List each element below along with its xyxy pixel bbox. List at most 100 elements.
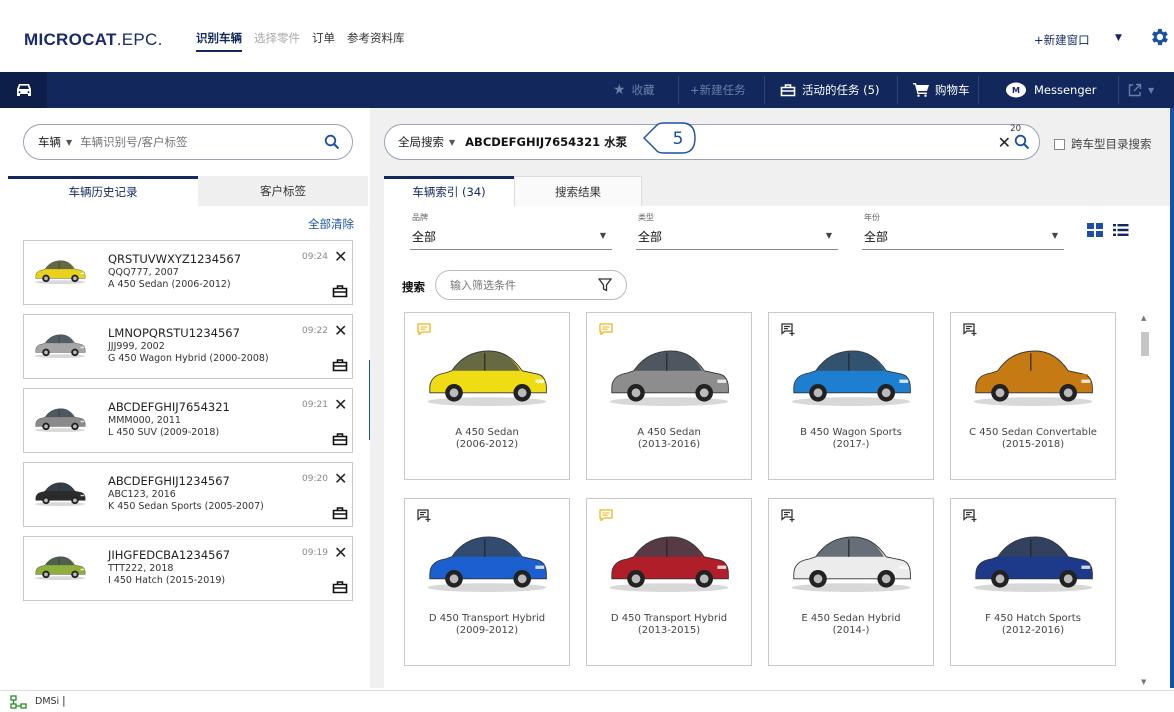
search-type-select[interactable]: 车辆 — [38, 134, 61, 150]
vehicle-card[interactable]: B 450 Wagon Sports (2017-) — [768, 312, 934, 480]
star-icon: ★ — [613, 82, 626, 98]
model-name: A 450 Sedan (2006-2012) — [108, 279, 231, 290]
note-icon[interactable] — [417, 323, 431, 335]
chevron-down-icon: ▼ — [825, 231, 832, 240]
vehicle-card[interactable]: A 450 Sedan (2006-2012) — [404, 312, 570, 480]
plate-year: QQQ777, 2007 — [108, 267, 179, 278]
cross-catalog-checkbox[interactable]: 跨车型目录搜索 — [1054, 136, 1152, 152]
vehicle-tab[interactable] — [0, 72, 47, 108]
briefcase-icon — [780, 84, 796, 97]
timestamp: 09:20 — [302, 474, 328, 484]
add-note-icon[interactable] — [417, 509, 431, 522]
search-scope-select[interactable]: 全局搜索 — [398, 134, 444, 150]
vehicle-years: (2015-2018) — [1001, 439, 1065, 450]
svg-text:M: M — [1012, 86, 1020, 95]
vehicle-card[interactable]: D 450 Transport Hybrid (2009-2012) — [404, 498, 570, 666]
tab-search-results[interactable]: 搜索结果 — [514, 176, 642, 206]
left-tabs: 车辆历史记录 客户标签 — [8, 176, 368, 206]
nav-identify-vehicle[interactable]: 识别车辆 — [196, 30, 242, 52]
main-nav: 识别车辆 选择零件 订单 参考资料库 — [196, 30, 405, 52]
add-note-icon[interactable] — [963, 323, 977, 336]
divider — [1118, 76, 1119, 104]
close-icon[interactable]: ✕ — [334, 469, 347, 488]
vehicle-name: A 450 Sedan — [455, 427, 519, 438]
chevron-down-icon[interactable]: ▼ — [1115, 33, 1122, 43]
year-filter[interactable]: 年份 全部 ▼ — [862, 212, 1064, 250]
right-edge-handle[interactable] — [1170, 108, 1174, 688]
history-card[interactable]: ABCDEFGHIJ7654321 MMM000, 2011 L 450 SUV (… — [23, 388, 353, 453]
close-icon[interactable]: ✕ — [334, 543, 347, 562]
history-card[interactable]: JIHGFEDCBA1234567 TTT222, 2018 I 450 Hatch… — [23, 536, 353, 601]
grid-view-icon[interactable] — [1086, 222, 1104, 238]
briefcase-icon[interactable] — [332, 358, 348, 372]
vehicle-thumbnail — [32, 327, 88, 361]
chevron-down-icon: ▼ — [1051, 231, 1058, 240]
new-window-button[interactable]: +新建窗口 — [1034, 32, 1090, 48]
briefcase-icon[interactable] — [332, 580, 348, 594]
vehicle-years: (2013-2015) — [637, 625, 701, 636]
close-icon[interactable]: ✕ — [334, 321, 347, 340]
vehicle-name: B 450 Wagon Sports — [800, 427, 902, 438]
chevron-down-icon[interactable]: ▼ — [449, 138, 455, 147]
close-icon[interactable]: ✕ — [334, 247, 347, 266]
brand-filter[interactable]: 品牌 全部 ▼ — [410, 212, 612, 250]
new-task-button[interactable]: +新建任务 — [690, 72, 746, 108]
plate-year: ABC123, 2016 — [108, 489, 176, 500]
tab-customer-tags[interactable]: 客户标签 — [198, 176, 368, 206]
note-icon[interactable] — [599, 509, 613, 521]
filter-icon[interactable] — [598, 277, 612, 293]
clear-all-link[interactable]: 全部清除 — [308, 216, 354, 232]
briefcase-icon[interactable] — [332, 432, 348, 446]
history-card[interactable]: ABCDEFGHIJ1234567 ABC123, 2016 K 450 Sedan… — [23, 462, 353, 527]
timestamp: 09:19 — [302, 548, 328, 558]
clear-search-icon[interactable]: ✕ — [998, 133, 1011, 152]
nav-orders[interactable]: 订单 — [312, 30, 335, 52]
briefcase-icon[interactable] — [332, 506, 348, 520]
vehicle-image — [785, 523, 917, 595]
scroll-down-icon[interactable]: ▼ — [1141, 678, 1146, 686]
close-icon[interactable]: ✕ — [334, 395, 347, 414]
briefcase-icon[interactable] — [332, 284, 348, 298]
result-count: 20 — [1010, 124, 1021, 134]
search-icon[interactable] — [1014, 134, 1030, 150]
tab-vehicle-history[interactable]: 车辆历史记录 — [8, 176, 198, 206]
favorites-button[interactable]: ★ 收藏 — [613, 72, 655, 108]
scroll-up-icon[interactable]: ▲ — [1141, 314, 1146, 322]
nav-reference-library[interactable]: 参考资料库 — [347, 30, 405, 52]
active-tasks-button[interactable]: 活动的任务 (5) — [780, 72, 879, 108]
vehicle-name: A 450 Sedan — [637, 427, 701, 438]
add-note-icon[interactable] — [781, 323, 795, 336]
vin-search-input[interactable] — [80, 135, 301, 149]
nav-select-parts[interactable]: 选择零件 — [254, 30, 300, 52]
timestamp: 09:22 — [302, 326, 328, 336]
vehicle-card[interactable]: D 450 Transport Hybrid (2013-2015) — [586, 498, 752, 666]
chevron-down-icon: ▼ — [599, 231, 606, 240]
vehicle-card[interactable]: F 450 Hatch Sports (2012-2016) — [950, 498, 1116, 666]
messenger-button[interactable]: M Messenger — [1006, 72, 1096, 108]
type-filter[interactable]: 类型 全部 ▼ — [636, 212, 838, 250]
tab-vehicle-index[interactable]: 车辆索引 (34) — [384, 176, 514, 206]
plate-year: JJJ999, 2002 — [108, 341, 165, 352]
gear-icon[interactable] — [1148, 26, 1170, 48]
chevron-down-icon[interactable]: ▼ — [66, 138, 72, 147]
add-note-icon[interactable] — [781, 509, 795, 522]
history-card[interactable]: QRSTUVWXYZ1234567 QQQ777, 2007 A 450 Sedan… — [23, 240, 353, 305]
search-icon[interactable] — [324, 134, 340, 150]
vehicle-card[interactable]: E 450 Sedan Hybrid (2014-) — [768, 498, 934, 666]
filter-input[interactable] — [450, 278, 590, 292]
vehicle-card[interactable]: C 450 Sedan Convertable (2015-2018) — [950, 312, 1116, 480]
vehicle-index-content: 品牌 全部 ▼ 类型 全部 ▼ 年份 全部 ▼ 搜索 输入筛选条件 A 450 … — [384, 206, 1170, 688]
scrollbar[interactable]: ▲ ▼ — [1140, 314, 1150, 690]
history-card[interactable]: LMNOPQRSTU1234567 JJJ999, 2002 G 450 Wagon… — [23, 314, 353, 379]
add-note-icon[interactable] — [963, 509, 977, 522]
vehicle-search-bar: 车辆 ▼ — [23, 124, 353, 160]
note-icon[interactable] — [599, 323, 613, 335]
share-icon — [1128, 83, 1142, 97]
cart-button[interactable]: 购物车 — [913, 72, 970, 108]
checkbox[interactable] — [1054, 138, 1065, 150]
scrollbar-thumb[interactable] — [1141, 332, 1149, 356]
vehicle-card[interactable]: A 450 Sedan (2013-2016) — [586, 312, 752, 480]
list-view-icon[interactable] — [1112, 222, 1130, 238]
share-button[interactable]: ▼ — [1128, 72, 1154, 108]
global-search-input[interactable]: ABCDEFGHIJ7654321 水泵 — [465, 134, 627, 150]
